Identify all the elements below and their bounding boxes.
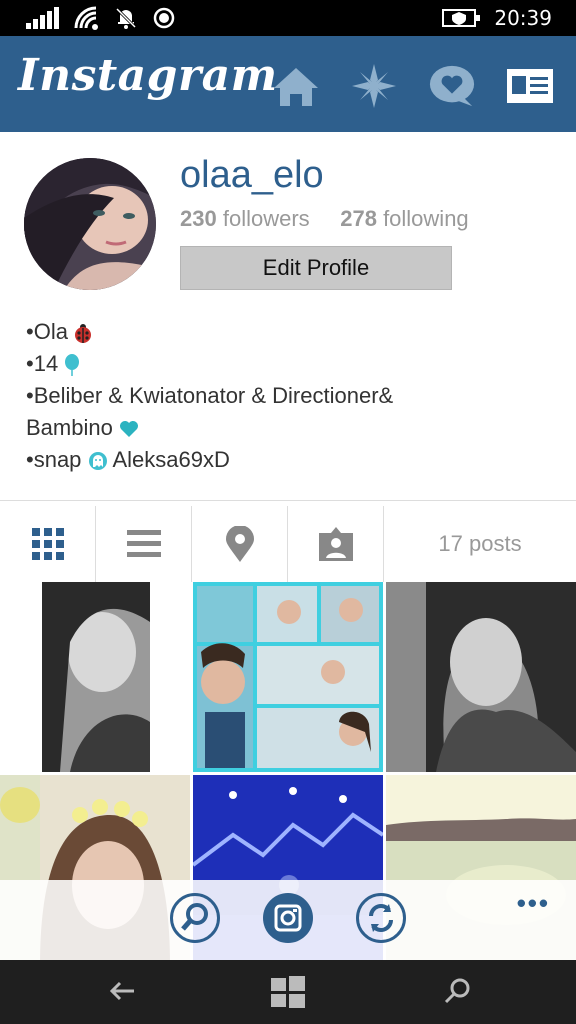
explore-button[interactable] bbox=[350, 64, 398, 108]
quiet-hours-icon bbox=[115, 7, 137, 29]
profile-button[interactable] bbox=[506, 64, 554, 108]
system-nav-bar bbox=[0, 960, 576, 1024]
edit-profile-button[interactable]: Edit Profile bbox=[180, 246, 452, 290]
search-icon bbox=[181, 903, 208, 931]
location-icon bbox=[153, 7, 175, 29]
grid-view-icon bbox=[31, 528, 64, 560]
balloon-emoji-icon bbox=[65, 354, 80, 377]
explore-icon bbox=[352, 64, 396, 108]
bio-line: •Beliber & Kwiatonator & Directioner& bbox=[26, 383, 394, 408]
photo-thumbnail[interactable] bbox=[193, 582, 383, 772]
tab-tagged[interactable] bbox=[288, 506, 384, 582]
location-pin-icon bbox=[225, 526, 254, 562]
bio-line: Bambino bbox=[26, 412, 556, 444]
app-header: Instagram bbox=[0, 36, 576, 132]
posts-count: 17 posts bbox=[438, 531, 522, 556]
ladybug-emoji-icon bbox=[75, 324, 92, 344]
activity-icon bbox=[429, 65, 475, 107]
refresh-icon bbox=[369, 904, 393, 932]
tab-list[interactable] bbox=[96, 506, 192, 582]
bottom-app-bar: ••• bbox=[0, 880, 576, 960]
avatar[interactable] bbox=[24, 158, 156, 290]
profile-bio: •Ola •14 •Beliber & Kwiatonator & Direct… bbox=[26, 316, 556, 476]
search-icon bbox=[444, 978, 470, 1004]
tagged-photos-icon bbox=[318, 527, 353, 561]
clock: 20:39 bbox=[494, 6, 552, 30]
profile-counts: 230 followers 278 following bbox=[180, 206, 469, 232]
refresh-button[interactable] bbox=[356, 893, 406, 943]
tab-grid[interactable] bbox=[0, 506, 96, 582]
profile-tabs: 17 posts bbox=[0, 506, 576, 582]
followers-link[interactable]: 230 followers bbox=[180, 206, 310, 231]
profile-icon bbox=[507, 69, 553, 103]
following-link[interactable]: 278 following bbox=[340, 206, 468, 231]
start-button[interactable] bbox=[271, 976, 305, 1013]
tab-places[interactable] bbox=[192, 506, 288, 582]
home-button[interactable] bbox=[272, 64, 320, 108]
username: olaa_elo bbox=[180, 154, 324, 196]
profile-header: olaa_elo 230 followers 278 following Edi… bbox=[0, 132, 576, 500]
home-icon bbox=[274, 68, 318, 106]
signal-icon bbox=[26, 7, 59, 29]
photo-thumbnail[interactable] bbox=[0, 582, 190, 772]
battery-saver-icon bbox=[442, 9, 481, 27]
photo-thumbnail[interactable] bbox=[386, 582, 576, 772]
status-bar: 20:39 bbox=[0, 0, 576, 36]
camera-icon bbox=[274, 904, 302, 932]
windows-logo-icon bbox=[271, 976, 305, 1008]
bio-line: •Ola bbox=[26, 316, 556, 348]
divider bbox=[0, 500, 576, 501]
more-options-button[interactable]: ••• bbox=[517, 888, 550, 919]
wifi-icon bbox=[74, 6, 98, 30]
activity-button[interactable] bbox=[428, 64, 476, 108]
system-search-button[interactable] bbox=[442, 974, 472, 1013]
bio-line: •snap Aleksa69xD bbox=[26, 447, 230, 472]
back-arrow-icon bbox=[109, 981, 134, 1001]
ghost-emoji-icon bbox=[88, 452, 107, 471]
back-button[interactable] bbox=[108, 974, 138, 1013]
search-button[interactable] bbox=[170, 893, 220, 943]
instagram-logo: Instagram bbox=[18, 50, 278, 101]
bio-line: •14 bbox=[26, 348, 556, 380]
heart-emoji-icon bbox=[119, 421, 138, 438]
camera-button[interactable] bbox=[263, 893, 313, 943]
list-view-icon bbox=[126, 530, 161, 557]
